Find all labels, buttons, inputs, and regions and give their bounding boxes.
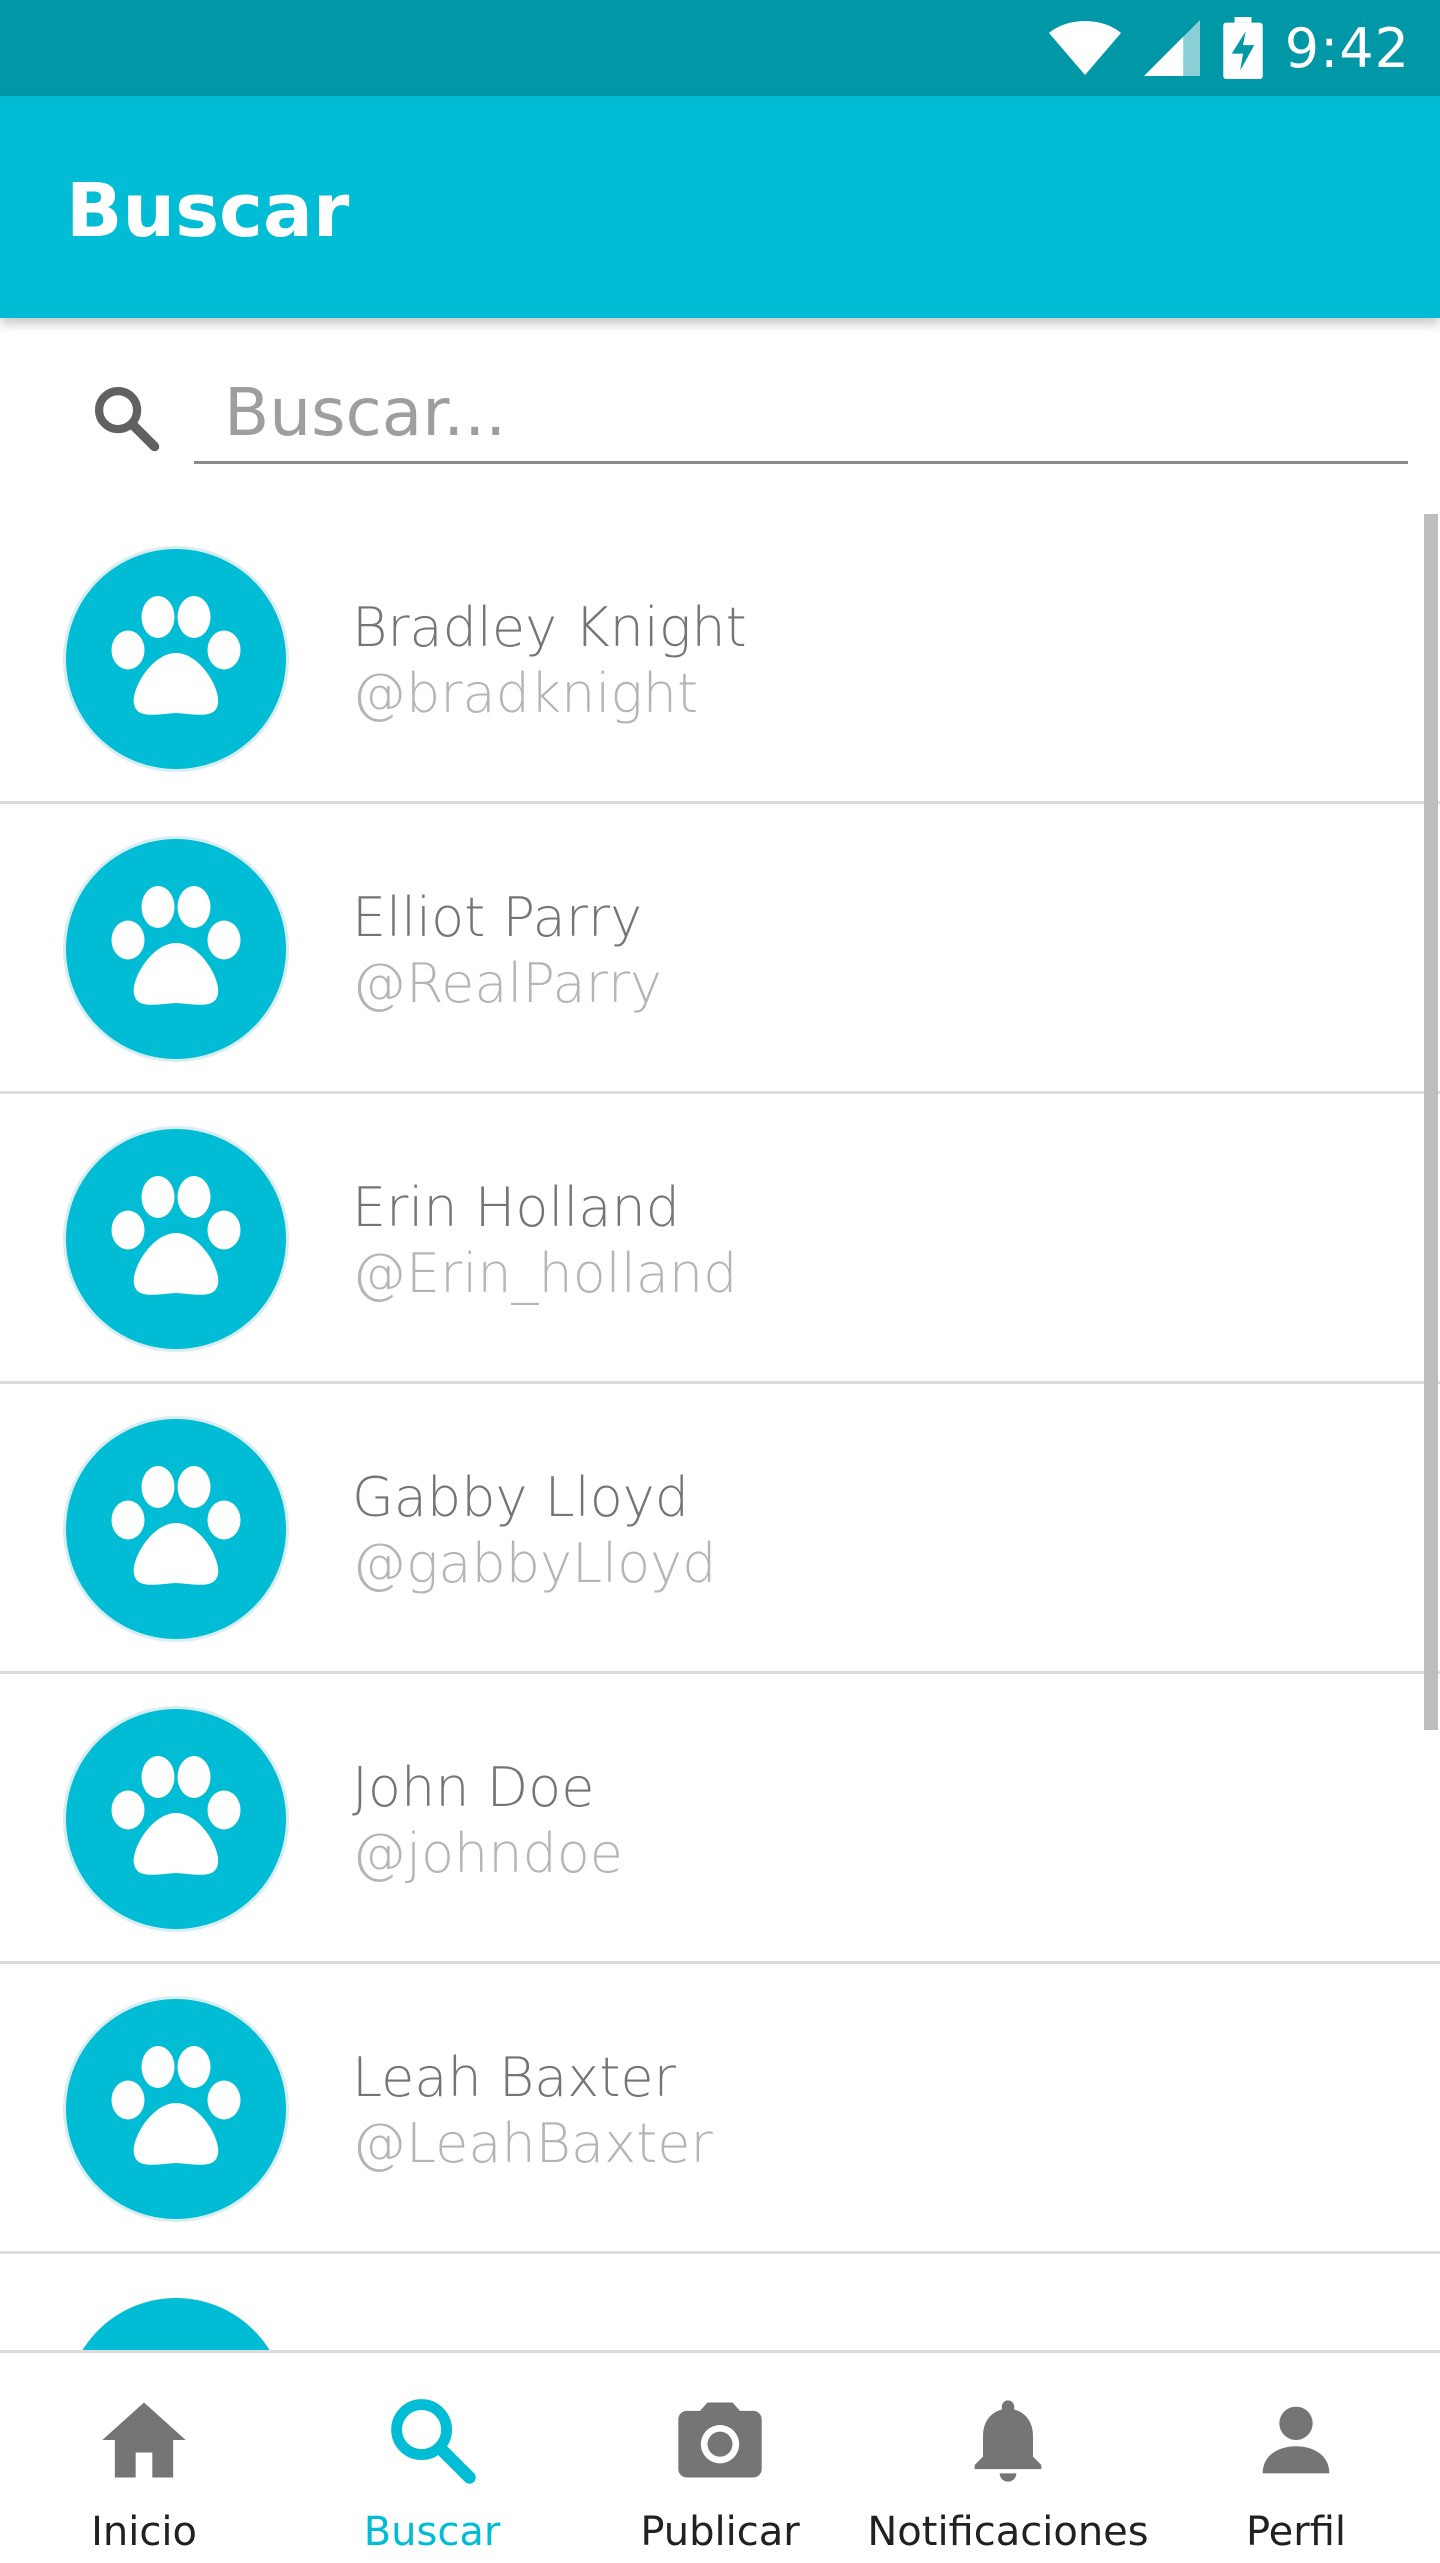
paw-icon (111, 1466, 241, 1585)
paw-icon (111, 886, 241, 1005)
list-item[interactable]: Bradley Knight @bradknight (0, 514, 1440, 804)
nav-label: Publicar (640, 2509, 800, 2555)
list-item[interactable]: Erin Holland @Erin_holland (0, 1094, 1440, 1384)
avatar (66, 1999, 286, 2219)
user-name: Erin Holland (352, 1176, 680, 1239)
user-handle: @bradknight (352, 662, 699, 725)
list-item[interactable]: John Doe @johndoe (0, 1674, 1440, 1964)
bottom-navigation: Inicio Buscar Publicar Notificaciones Pe… (0, 2350, 1440, 2560)
user-list: Bradley Knight @bradknight Elliot Parry … (0, 514, 1440, 2350)
nav-item-notificaciones[interactable]: Notificaciones (864, 2353, 1152, 2563)
home-icon (102, 2402, 186, 2478)
nav-label: Notificaciones (867, 2509, 1149, 2555)
user-handle: @johndoe (352, 1822, 624, 1885)
search-icon (391, 2399, 476, 2484)
user-name: Elliot Parry (352, 886, 643, 949)
battery-charging-icon (1223, 17, 1263, 79)
scrollbar[interactable] (1424, 514, 1438, 1730)
list-item[interactable]: Gabby Lloyd @gabbyLloyd (0, 1384, 1440, 1674)
wifi-icon (1048, 21, 1121, 76)
user-name: John Doe (352, 1756, 595, 1819)
person-icon (1262, 2406, 1330, 2474)
avatar (66, 549, 286, 769)
user-name: Leah Baxter (352, 2046, 676, 2109)
user-name: Bradley Knight (352, 596, 747, 659)
avatar (66, 2298, 286, 2350)
user-handle: @LeahBaxter (352, 2112, 713, 2175)
paw-icon (111, 2046, 241, 2165)
search-bar (0, 318, 1440, 514)
paw-icon (111, 596, 241, 715)
list-item[interactable]: Leah Baxter @LeahBaxter (0, 1964, 1440, 2254)
nav-item-publicar[interactable]: Publicar (576, 2353, 864, 2563)
bell-icon (974, 2400, 1042, 2482)
search-input[interactable] (194, 364, 1408, 464)
user-name: Gabby Lloyd (352, 1466, 689, 1529)
user-handle: @gabbyLloyd (352, 1532, 717, 1595)
status-time: 9:42 (1284, 16, 1410, 80)
paw-icon (111, 1756, 241, 1875)
user-handle: @Erin_holland (352, 1242, 738, 1305)
list-item[interactable]: Elliot Parry @RealParry (0, 804, 1440, 1094)
nav-label: Perfil (1245, 2509, 1347, 2555)
page-title: Buscar (66, 168, 350, 254)
nav-item-inicio[interactable]: Inicio (0, 2353, 288, 2563)
signal-icon (1143, 20, 1200, 76)
app-bar: Buscar (0, 96, 1440, 318)
nav-item-buscar[interactable]: Buscar (288, 2353, 576, 2563)
nav-item-perfil[interactable]: Perfil (1152, 2353, 1440, 2563)
avatar (66, 1709, 286, 1929)
avatar (66, 839, 286, 1059)
camera-icon (678, 2402, 762, 2478)
user-handle: @RealParry (352, 952, 662, 1015)
nav-label: Buscar (363, 2509, 501, 2555)
nav-label: Inicio (91, 2509, 197, 2555)
paw-icon (111, 1176, 241, 1295)
search-icon (94, 386, 160, 452)
status-bar: 9:42 (0, 0, 1440, 96)
avatar (66, 1419, 286, 1639)
avatar (66, 1129, 286, 1349)
